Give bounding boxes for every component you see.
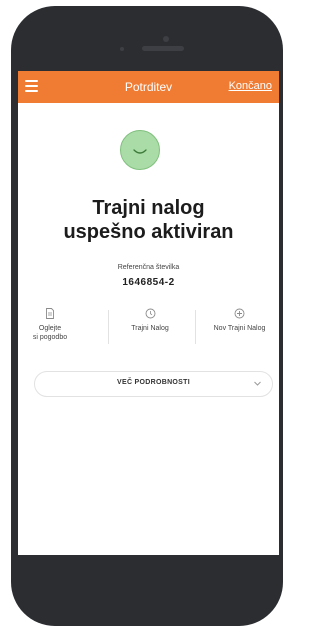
top-bar: Potrditev Končano (18, 71, 279, 103)
view-contract-label-1: Oglejte (38, 325, 62, 332)
more-details-button[interactable]: VEČ PODROBNOSTI (34, 371, 273, 397)
view-contract-label-2: si pogodbo (32, 334, 68, 341)
headline-line-1: Trajni nalog (92, 197, 205, 219)
reference-label: Referenčna številka (117, 264, 180, 271)
earpiece-speaker (142, 46, 184, 51)
action-divider (195, 310, 196, 344)
front-camera (163, 36, 169, 42)
headline-line-2: uspešno aktiviran (63, 221, 234, 243)
reference-number: 1646854-2 (122, 277, 175, 288)
sensor-dot (120, 47, 124, 51)
chevron-down-icon (254, 381, 261, 386)
action-divider (108, 310, 109, 344)
action-row: Oglejte si pogodbo Trajni Nalog Nov Traj… (18, 308, 279, 368)
more-details-label: VEČ PODROBNOSTI (117, 379, 190, 386)
success-headline: Trajni nalog uspešno aktiviran (18, 196, 279, 244)
done-link[interactable]: Končano (229, 80, 272, 92)
clock-icon (145, 308, 155, 319)
view-contract-action[interactable]: Oglejte si pogodbo (18, 308, 82, 342)
success-smiley-icon (120, 130, 160, 170)
standing-order-action[interactable]: Trajni Nalog (114, 308, 186, 333)
plus-circle-icon (234, 308, 245, 319)
new-standing-order-action[interactable]: Nov Trajni Nalog (200, 308, 279, 333)
app-screen: Potrditev Končano Trajni nalog uspešno a… (18, 71, 279, 555)
new-standing-order-label: Nov Trajni Nalog (213, 325, 266, 332)
standing-order-label: Trajni Nalog (131, 325, 169, 332)
document-icon (46, 308, 54, 319)
